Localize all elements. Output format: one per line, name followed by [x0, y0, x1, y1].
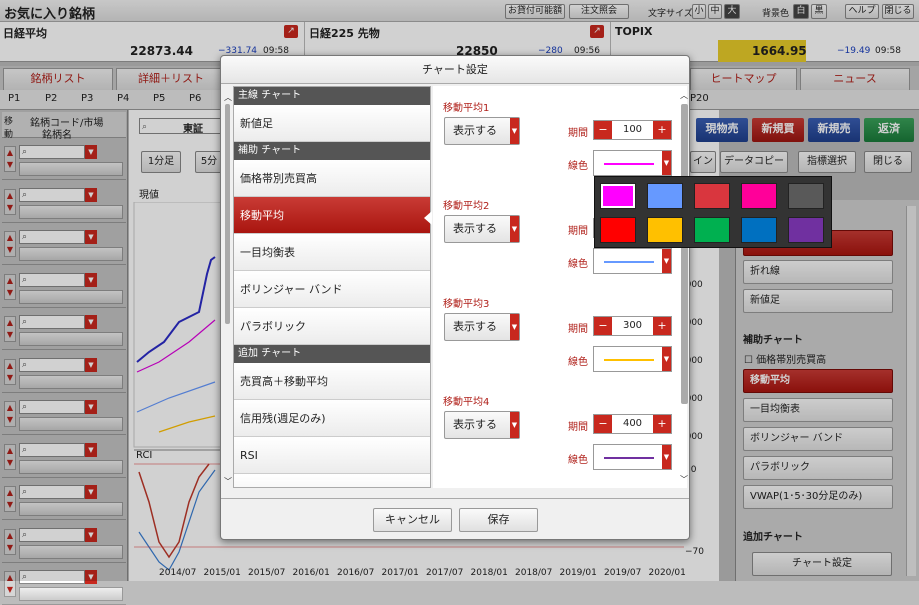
period-input[interactable]: 100 [612, 121, 653, 139]
period-stepper: −400 + [593, 414, 672, 434]
show-toggle-select[interactable]: 表示する ▼ [444, 215, 520, 243]
line-color-select[interactable]: ▼ [593, 444, 672, 470]
minus-icon[interactable]: − [594, 317, 612, 335]
ma-settings-panel: 移動平均1表示する▼期間−100+線色▼移動平均2表示する▼期間−+線色▼移動平… [433, 86, 687, 488]
color-swatch[interactable] [600, 183, 636, 209]
plus-icon[interactable]: + [653, 317, 671, 335]
color-swatch-line [604, 457, 654, 459]
menu-item[interactable]: 信用残(週足のみ) [234, 400, 430, 437]
line-color-select[interactable]: ▼ [593, 150, 672, 176]
menu-item[interactable]: パラボリック [234, 308, 430, 345]
chevron-down-icon: ▼ [510, 412, 519, 438]
menu-pointer-icon [424, 211, 432, 225]
menu-item[interactable]: 一目均衡表 [234, 234, 430, 271]
show-toggle-select[interactable]: 表示する ▼ [444, 313, 520, 341]
color-swatch[interactable] [647, 217, 683, 243]
ma-label: 移動平均2 [443, 201, 490, 212]
line-color-label: 線色 [568, 161, 588, 172]
chart-settings-dialog: チャート設定 主線 チャート 新値足 補助 チャート 価格帯別売買高 移動平均 一目均衡表… [220, 55, 690, 540]
color-swatch[interactable] [788, 183, 824, 209]
scroll-down-icon[interactable]: ﹀ [680, 474, 688, 485]
period-label: 期間 [568, 226, 588, 237]
line-color-select[interactable]: ▼ [593, 248, 672, 274]
dialog-footer: キャンセル 保存 [221, 498, 689, 540]
color-swatch[interactable] [600, 217, 636, 243]
menu-heading: 補助 チャート [234, 142, 430, 160]
ma-label: 移動平均1 [443, 103, 490, 114]
color-swatch[interactable] [788, 217, 824, 243]
plus-icon[interactable]: + [653, 415, 671, 433]
chevron-down-icon: ▼ [510, 216, 519, 242]
line-color-select[interactable]: ▼ [593, 346, 672, 372]
color-swatch[interactable] [647, 183, 683, 209]
show-toggle-label: 表示する [453, 222, 497, 235]
scroll-down-icon[interactable]: ﹀ [224, 476, 232, 487]
color-swatch-line [604, 359, 654, 361]
show-toggle-select[interactable]: 表示する ▼ [444, 411, 520, 439]
color-swatch-line [604, 261, 654, 263]
menu-item[interactable]: 移動平均 [234, 197, 430, 234]
ma-label: 移動平均3 [443, 299, 490, 310]
line-color-label: 線色 [568, 259, 588, 270]
period-stepper: −300 + [593, 316, 672, 336]
show-toggle-label: 表示する [453, 320, 497, 333]
show-toggle-label: 表示する [453, 418, 497, 431]
menu-heading: 追加 チャート [234, 345, 430, 363]
cancel-button[interactable]: キャンセル [373, 508, 452, 532]
scroll-up-icon[interactable]: ︿ [224, 92, 232, 103]
menu-heading: 主線 チャート [234, 87, 430, 105]
menu-item[interactable]: 新値足 [234, 105, 430, 142]
period-label: 期間 [568, 422, 588, 433]
show-toggle-select[interactable]: 表示する ▼ [444, 117, 520, 145]
stock-name-field [19, 587, 123, 601]
menu-item[interactable]: ストキャス [234, 474, 430, 487]
settings-scrollbar[interactable]: ︿ ﹀ [680, 91, 689, 488]
settings-menu: 主線 チャート 新値足 補助 チャート 価格帯別売買高 移動平均 一目均衡表 ボリンジャー … [233, 86, 431, 488]
plus-icon[interactable]: + [653, 121, 671, 139]
menu-item[interactable]: RSI [234, 437, 430, 474]
line-color-label: 線色 [568, 455, 588, 466]
color-swatch[interactable] [741, 183, 777, 209]
ma-label: 移動平均4 [443, 397, 490, 408]
chevron-down-icon: ▼ [662, 445, 671, 469]
period-input[interactable]: 300 [612, 317, 653, 335]
show-toggle-label: 表示する [453, 124, 497, 137]
period-stepper: −100 + [593, 120, 672, 140]
chevron-down-icon: ▼ [662, 347, 671, 371]
menu-item[interactable]: 価格帯別売買高 [234, 160, 430, 197]
period-input[interactable]: 400 [612, 415, 653, 433]
menu-scrollbar[interactable]: ︿ ﹀ [224, 92, 232, 488]
chevron-down-icon: ▼ [510, 314, 519, 340]
menu-scroll-thumb[interactable] [225, 104, 230, 324]
chevron-down-icon: ▼ [662, 249, 671, 273]
settings-scroll-thumb[interactable] [681, 104, 688, 404]
color-swatch-line [604, 163, 654, 165]
color-swatch[interactable] [741, 217, 777, 243]
scroll-up-icon[interactable]: ︿ [680, 90, 688, 101]
chevron-down-icon: ▼ [510, 118, 519, 144]
color-swatch[interactable] [694, 217, 730, 243]
period-label: 期間 [568, 324, 588, 335]
menu-item[interactable]: 売買高＋移動平均 [234, 363, 430, 400]
menu-item[interactable]: ボリンジャー バンド [234, 271, 430, 308]
line-color-label: 線色 [568, 357, 588, 368]
color-swatch[interactable] [694, 183, 730, 209]
minus-icon[interactable]: − [594, 415, 612, 433]
color-palette-popup [594, 176, 832, 248]
save-button[interactable]: 保存 [459, 508, 538, 532]
dialog-title: チャート設定 [221, 56, 689, 84]
minus-icon[interactable]: − [594, 121, 612, 139]
chevron-down-icon: ▼ [662, 151, 671, 175]
period-label: 期間 [568, 128, 588, 139]
